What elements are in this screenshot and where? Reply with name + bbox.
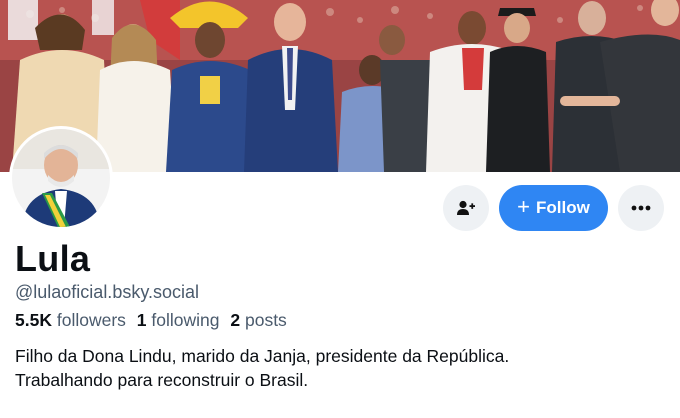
followers-label: followers [56,310,126,330]
posts-stat: 2 posts [230,310,286,330]
posts-label: posts [244,310,287,330]
avatar-image [12,129,110,227]
display-name: Lula [15,238,91,279]
add-to-list-button[interactable] [443,185,489,231]
plus-icon: + [517,194,531,219]
profile-bio: Filho da Dona Lindu, marido da Janja, pr… [15,344,665,392]
following-label: following [151,310,220,330]
more-options-button[interactable] [618,185,664,231]
profile-actions: + Follow [443,185,664,231]
following-count: 1 [136,310,147,330]
follow-label: Follow [536,198,590,217]
followers-link[interactable]: 5.5K followers [15,310,126,330]
bio-line: Trabalhando para reconstruir o Brasil. [15,370,309,390]
ellipsis-icon [631,205,651,211]
avatar-photo [12,129,110,227]
bio-line: Filho da Dona Lindu, marido da Janja, pr… [15,346,510,366]
following-link[interactable]: 1 following [137,310,220,330]
profile-handle: @lulaoficial.bsky.social [15,282,200,302]
profile-stats: 5.5K followers 1 following 2 posts [15,310,293,331]
person-plus-icon [457,200,475,215]
followers-count: 5.5K [15,310,52,330]
avatar[interactable] [9,126,113,230]
posts-count: 2 [230,310,241,330]
follow-button[interactable]: + Follow [499,185,608,231]
